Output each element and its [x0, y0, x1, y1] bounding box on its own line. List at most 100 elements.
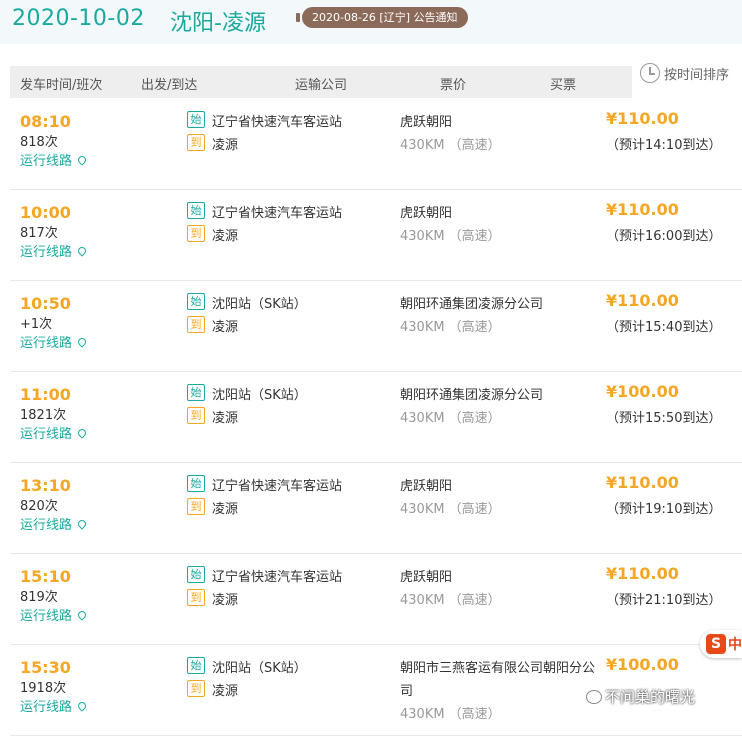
ticket-price[interactable]: ¥110.00: [606, 473, 679, 492]
ticket-price[interactable]: ¥110.00: [606, 200, 679, 219]
start-tag: 始: [187, 202, 205, 219]
estimated-arrival: （预计14:10到达）: [606, 138, 722, 153]
route-map-link[interactable]: 运行线路: [20, 605, 88, 624]
start-tag: 始: [187, 293, 205, 310]
departure-time: 08:10: [20, 112, 71, 131]
route-link-label: 运行线路: [20, 700, 73, 715]
arrival-station: 凌源: [212, 684, 239, 699]
distance: 430KM （高速）: [400, 138, 501, 153]
route-header-bar: 2020-10-02 沈阳-凌源 2020-08-26 [辽宁] 公告通知: [0, 0, 742, 44]
location-pin-icon: [76, 426, 88, 439]
distance: 430KM （高速）: [400, 707, 501, 722]
distance: 430KM （高速）: [400, 411, 501, 426]
departure-time: 10:00: [20, 203, 71, 222]
end-tag: 到: [187, 589, 205, 606]
arrival-station: 凌源: [212, 502, 239, 517]
distance: 430KM （高速）: [400, 593, 501, 608]
table-row: 15:10 819次 运行线路 始辽宁省快速汽车客运站到凌源 虎跃朝阳 430KM （高速…: [10, 553, 742, 645]
ticket-price[interactable]: ¥110.00: [606, 109, 679, 128]
start-tag: 始: [187, 475, 205, 492]
route-link-label: 运行线路: [20, 245, 73, 260]
route-link-label: 运行线路: [20, 154, 73, 169]
route-map-link[interactable]: 运行线路: [20, 241, 88, 260]
route-link-label: 运行线路: [20, 609, 73, 624]
route-map-link[interactable]: 运行线路: [20, 696, 88, 715]
departure-station: 沈阳站（SK站）: [212, 388, 307, 403]
departure-station: 沈阳站（SK站）: [212, 297, 307, 312]
end-tag: 到: [187, 316, 205, 333]
departure-station: 辽宁省快速汽车客运站: [212, 206, 343, 221]
header-route: 出发/到达: [141, 78, 198, 93]
estimated-arrival: （预计15:50到达）: [606, 411, 722, 426]
departure-time: 15:10: [20, 567, 71, 586]
start-tag: 始: [187, 566, 205, 583]
wechat-icon: [586, 689, 602, 704]
location-pin-icon: [76, 244, 88, 257]
start-tag: 始: [187, 657, 205, 674]
arrival-station: 凌源: [212, 229, 239, 244]
arrival-station: 凌源: [212, 138, 239, 153]
departure-station: 沈阳站（SK站）: [212, 661, 307, 676]
trip-number: 817次: [20, 226, 58, 241]
estimated-arrival: （预计19:10到达）: [606, 502, 722, 517]
departure-station: 辽宁省快速汽车客运站: [212, 479, 343, 494]
header-time: 发车时间/班次: [20, 78, 103, 93]
trip-number: 1918次: [20, 681, 67, 696]
estimated-arrival: （预计16:00到达）: [606, 229, 722, 244]
route-map-link[interactable]: 运行线路: [20, 423, 88, 442]
trip-number: 819次: [20, 590, 58, 605]
watermark: 不问巢的曙光: [586, 686, 695, 707]
distance: 430KM （高速）: [400, 502, 501, 517]
table-header: 发车时间/班次 出发/到达 运输公司 票价 买票: [10, 66, 632, 98]
table-row: 11:00 1821次 运行线路 始沈阳站（SK站） 到凌源 朝阳环通集团凌源分公司 430…: [10, 371, 742, 463]
start-tag: 始: [187, 384, 205, 401]
transport-company: 虎跃朝阳: [400, 115, 453, 130]
header-company: 运输公司: [295, 78, 348, 93]
route-name: 沈阳-凌源: [170, 11, 266, 36]
end-tag: 到: [187, 134, 205, 151]
sort-by-time-button[interactable]: 按时间排序: [640, 63, 729, 83]
trip-number: +1次: [20, 317, 53, 332]
arrival-station: 凌源: [212, 320, 239, 335]
trip-number: 818次: [20, 135, 58, 150]
arrival-station: 凌源: [212, 593, 239, 608]
table-row: 10:00 817次运行线路 始辽宁省快速汽车客运站到凌源 虎跃朝阳 430KM （高速…: [10, 189, 742, 281]
location-pin-icon: [76, 335, 88, 348]
table-row: 13:10 820次 运行线路 始辽宁省快速汽车客运站到凌源 虎跃朝阳 430KM （高速…: [10, 462, 742, 554]
distance: 430KM （高速）: [400, 320, 501, 335]
departure-station: 辽宁省快速汽车客运站: [212, 570, 343, 585]
route-date: 2020-10-02: [12, 6, 145, 31]
sogou-ime-widget[interactable]: S 中: [700, 630, 742, 658]
ticket-price[interactable]: ¥110.00: [606, 564, 679, 583]
table-row: 10:50 +1次 运行线路 始沈阳站（SK站） 到凌源 朝阳环通集团凌源分公司 430KM…: [10, 280, 742, 372]
transport-company: 朝阳环通集团凌源分公司: [400, 388, 544, 403]
departure-time: 13:10: [20, 476, 71, 495]
transport-company: 朝阳市三燕客运有限公司朝阳分公司: [400, 661, 596, 699]
ticket-price[interactable]: ¥100.00: [606, 655, 679, 674]
trip-number: 820次: [20, 499, 58, 514]
estimated-arrival: （预计21:10到达）: [606, 593, 722, 608]
notice-badge[interactable]: 2020-08-26 [辽宁] 公告通知: [302, 7, 468, 28]
distance: 430KM （高速）: [400, 229, 501, 244]
end-tag: 到: [187, 680, 205, 697]
departure-time: 11:00: [20, 385, 71, 404]
location-pin-icon: [76, 699, 88, 712]
notice-marker: [296, 13, 300, 22]
route-map-link[interactable]: 运行线路: [20, 150, 88, 169]
route-link-label: 运行线路: [20, 336, 73, 351]
watermark-text: 不问巢的曙光: [605, 688, 696, 706]
header-buy: 买票: [550, 78, 577, 93]
ticket-price[interactable]: ¥110.00: [606, 291, 679, 310]
end-tag: 到: [187, 225, 205, 242]
end-tag: 到: [187, 498, 205, 515]
departure-time: 15:30: [20, 658, 71, 677]
table-row: 08:10 818次 运行线路 始辽宁省快速汽车客运站到凌源 虎跃朝阳 430KM （高速…: [10, 98, 742, 190]
end-tag: 到: [187, 407, 205, 424]
route-map-link[interactable]: 运行线路: [20, 332, 88, 351]
transport-company: 虎跃朝阳: [400, 206, 453, 221]
sort-label: 按时间排序: [664, 67, 730, 83]
ime-mode-label: 中: [728, 637, 742, 653]
route-map-link[interactable]: 运行线路: [20, 514, 88, 533]
clock-icon: [640, 63, 660, 83]
ticket-price[interactable]: ¥100.00: [606, 382, 679, 401]
